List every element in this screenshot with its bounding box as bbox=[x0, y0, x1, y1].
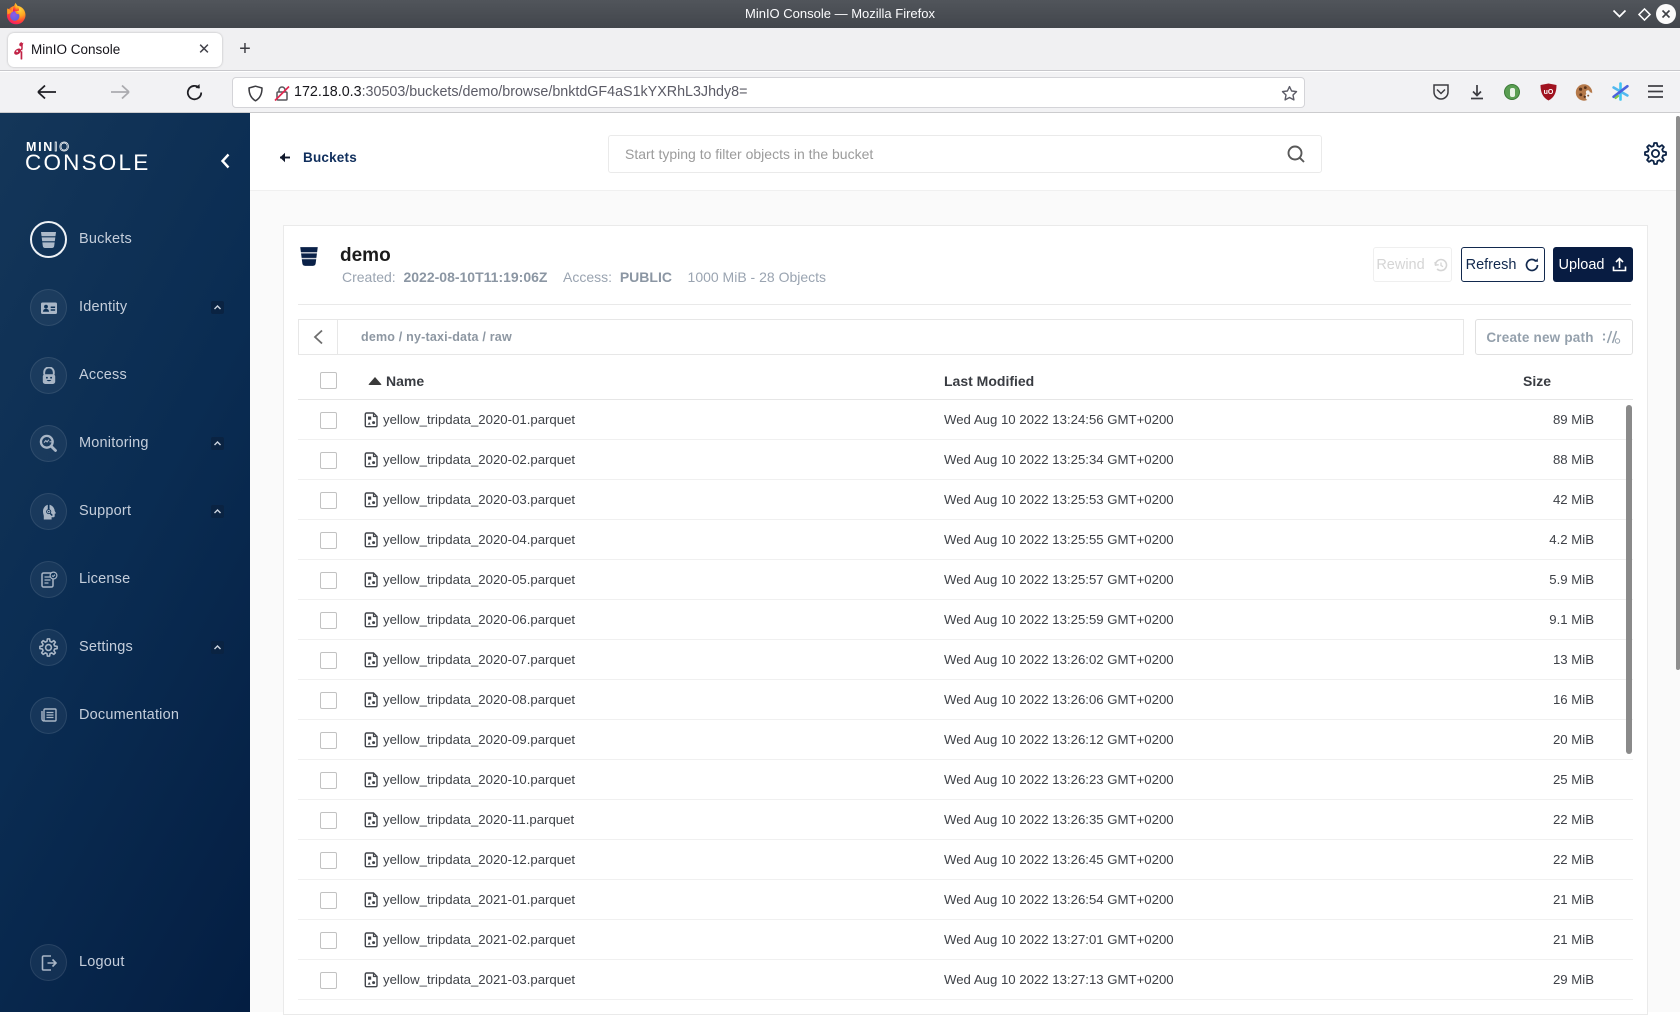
svg-text:uO: uO bbox=[1544, 89, 1554, 96]
